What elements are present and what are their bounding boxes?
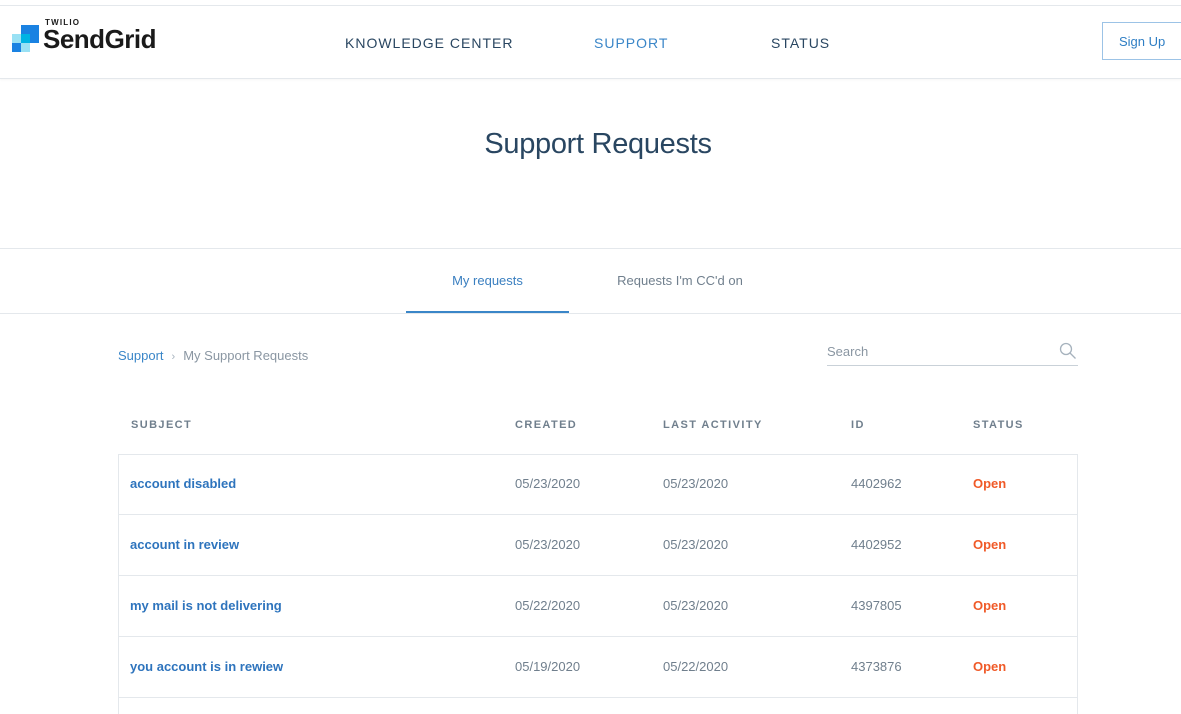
request-created: 05/22/2020 xyxy=(515,598,581,613)
request-id: 4402952 xyxy=(851,537,902,552)
request-tabs: My requests Requests I'm CC'd on xyxy=(0,248,1181,314)
table-row[interactable]: you account is in rewiew 05/19/2020 05/2… xyxy=(118,637,1078,698)
request-created: 05/23/2020 xyxy=(515,537,581,552)
sendgrid-logo-icon xyxy=(12,25,40,53)
column-header-id[interactable]: ID xyxy=(851,419,865,431)
column-header-last-activity[interactable]: LAST ACTIVITY xyxy=(663,419,763,431)
column-header-status[interactable]: STATUS xyxy=(973,419,1024,431)
nav-knowledge-center[interactable]: KNOWLEDGE CENTER xyxy=(345,35,513,51)
request-last-activity: 05/23/2020 xyxy=(663,598,729,613)
table-row[interactable]: my mail is not delivering 05/22/2020 05/… xyxy=(118,576,1078,637)
search-icon[interactable] xyxy=(1059,342,1077,360)
request-created: 05/19/2020 xyxy=(515,659,581,674)
column-header-subject[interactable]: SUBJECT xyxy=(131,419,192,431)
column-header-created[interactable]: CREATED xyxy=(515,419,577,431)
status-badge: Open xyxy=(973,598,1007,613)
nav-status[interactable]: STATUS xyxy=(771,35,830,51)
request-subject-link[interactable]: account in review xyxy=(130,537,239,552)
request-id: 4397805 xyxy=(851,598,902,613)
breadcrumb-separator: › xyxy=(171,351,176,363)
table-row[interactable]: account in review 05/23/2020 05/23/2020 … xyxy=(118,515,1078,576)
breadcrumb-current: My Support Requests xyxy=(183,348,309,363)
breadcrumb: Support › My Support Requests xyxy=(118,348,308,363)
search-input[interactable] xyxy=(827,342,1047,360)
request-last-activity: 05/23/2020 xyxy=(663,537,729,552)
page-title: Support Requests xyxy=(484,128,712,160)
tab-requests-cc[interactable]: Requests I'm CC'd on xyxy=(600,249,760,312)
request-id: 4373876 xyxy=(851,659,902,674)
status-badge: Open xyxy=(973,537,1007,552)
request-subject-link[interactable]: you account is in rewiew xyxy=(130,659,283,674)
search-box xyxy=(827,338,1078,366)
status-badge: Open xyxy=(973,476,1007,491)
request-subject-link[interactable]: my mail is not delivering xyxy=(130,598,282,613)
sign-up-button[interactable]: Sign Up xyxy=(1102,22,1181,60)
tab-my-requests[interactable]: My requests xyxy=(406,249,569,313)
request-last-activity: 05/22/2020 xyxy=(663,659,729,674)
status-badge: Open xyxy=(973,659,1007,674)
site-header: TWILIO SendGrid KNOWLEDGE CENTER SUPPORT… xyxy=(0,6,1181,79)
request-created: 05/23/2020 xyxy=(515,476,581,491)
request-subject-link[interactable]: account disabled xyxy=(130,476,236,491)
breadcrumb-support-link[interactable]: Support xyxy=(118,348,164,363)
brand-name: SendGrid xyxy=(43,24,157,54)
request-id: 4402962 xyxy=(851,476,902,491)
request-last-activity: 05/23/2020 xyxy=(663,476,729,491)
sendgrid-logo[interactable]: TWILIO SendGrid xyxy=(12,18,172,58)
table-row[interactable]: account disabled 05/23/2020 05/23/2020 4… xyxy=(118,454,1078,515)
nav-support[interactable]: SUPPORT xyxy=(594,35,668,51)
